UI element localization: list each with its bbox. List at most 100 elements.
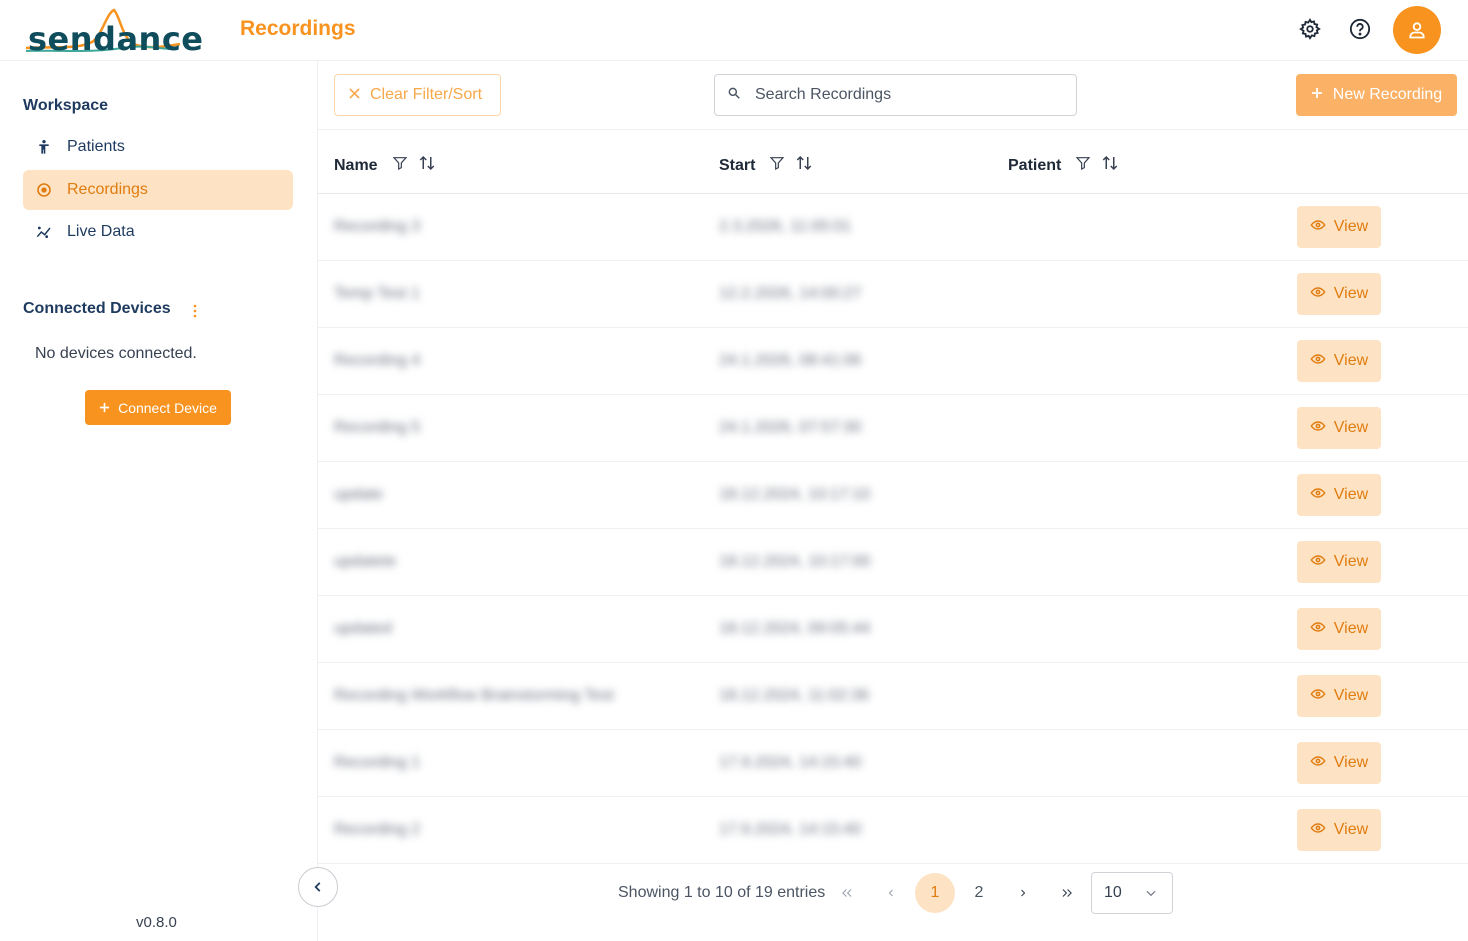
sidebar-item-label: Recordings (67, 181, 148, 198)
sidebar: Workspace Patients Recordings Live Data … (0, 61, 318, 941)
view-button[interactable]: View (1297, 206, 1381, 248)
chevron-down-icon (1146, 890, 1156, 897)
view-label: View (1333, 821, 1369, 838)
plus-icon (1311, 86, 1323, 104)
chevron-left-icon (314, 882, 321, 892)
workspace-title: Workspace (23, 97, 109, 114)
next-page-button[interactable] (1003, 873, 1043, 913)
close-icon (349, 86, 360, 104)
view-button[interactable]: View (1297, 809, 1381, 851)
no-devices-text: No devices connected. (35, 345, 197, 362)
view-label: View (1333, 352, 1369, 369)
view-label: View (1333, 419, 1369, 436)
clear-filter-sort-label: Clear Filter/Sort (370, 86, 483, 103)
sidebar-item-patients[interactable]: Patients (23, 127, 293, 167)
view-button[interactable]: View (1297, 541, 1381, 583)
gear-icon[interactable] (1297, 16, 1323, 42)
recording-start: 18.12.2024, 09:05:44 (719, 620, 871, 637)
view-button[interactable]: View (1297, 742, 1381, 784)
eye-icon (1310, 217, 1326, 238)
last-page-button[interactable] (1047, 873, 1087, 913)
rows-per-page-select[interactable]: 10 (1091, 872, 1173, 914)
chevron-right-icon (1021, 889, 1026, 897)
chevron-left-icon (888, 889, 893, 897)
connect-device-label: Connect Device (118, 399, 217, 416)
recording-name: Recording 3 (334, 218, 421, 235)
recording-name: updated (334, 620, 392, 637)
eye-icon (1310, 552, 1326, 573)
view-button[interactable]: View (1297, 608, 1381, 650)
eye-icon (1310, 351, 1326, 372)
chevrons-right-icon (1062, 889, 1072, 897)
collapse-sidebar-button[interactable] (298, 867, 338, 907)
column-label: Name (334, 156, 378, 174)
column-label: Patient (1008, 156, 1062, 174)
view-label: View (1333, 486, 1369, 503)
page-button-1[interactable]: 1 (915, 873, 955, 913)
search-input[interactable] (755, 86, 1055, 104)
eye-icon (1310, 686, 1326, 707)
recording-start: 18.12.2024, 10:17:00 (719, 553, 871, 570)
page-title: Recordings (240, 17, 356, 40)
column-header-start: Start (719, 154, 813, 177)
chart-icon (35, 223, 53, 241)
sidebar-item-label: Patients (67, 138, 125, 155)
view-button[interactable]: View (1297, 407, 1381, 449)
new-recording-button[interactable]: New Recording (1296, 74, 1457, 116)
table-row: update 18.12.2024, 10:17:10 View (318, 462, 1468, 529)
recording-start: 17.9.2024, 14:15:40 (719, 821, 862, 838)
table-row: updated 18.12.2024, 09:05:44 View (318, 596, 1468, 663)
view-label: View (1333, 687, 1369, 704)
sort-icon[interactable] (418, 154, 436, 177)
person-icon (35, 138, 53, 156)
logo-text: sendance (28, 20, 204, 58)
prev-page-button[interactable] (871, 873, 911, 913)
table-row: Recording 1 17.9.2024, 14:15:40 View (318, 730, 1468, 797)
view-label: View (1333, 285, 1369, 302)
sidebar-item-recordings[interactable]: Recordings (23, 170, 293, 210)
eye-icon (1310, 753, 1326, 774)
table-row: updatete 18.12.2024, 10:17:00 View (318, 529, 1468, 596)
eye-icon (1310, 485, 1326, 506)
filter-icon[interactable] (392, 155, 408, 176)
view-button[interactable]: View (1297, 675, 1381, 717)
table-header: Name Start Patient (318, 129, 1468, 194)
search-icon (727, 86, 741, 105)
connected-devices-title: Connected Devices (23, 300, 171, 317)
filter-icon[interactable] (1075, 155, 1091, 176)
recording-start: 24.1.2026, 08:41:06 (719, 352, 862, 369)
column-header-patient: Patient (1008, 154, 1119, 177)
table-row: Recording 3 2.3.2026, 11:05:01 View (318, 194, 1468, 261)
recording-start: 17.9.2024, 14:15:40 (719, 754, 862, 771)
view-button[interactable]: View (1297, 474, 1381, 516)
table-row: Recording 5 24.1.2026, 07:57:30 View (318, 395, 1468, 462)
recording-start: 24.1.2026, 07:57:30 (719, 419, 862, 436)
clear-filter-sort-button[interactable]: Clear Filter/Sort (334, 74, 501, 116)
user-avatar[interactable] (1393, 6, 1441, 54)
view-button[interactable]: View (1297, 273, 1381, 315)
help-icon[interactable] (1347, 16, 1373, 42)
sort-icon[interactable] (1101, 154, 1119, 177)
connect-device-button[interactable]: Connect Device (85, 390, 231, 425)
sendance-logo[interactable]: sendance (22, 6, 203, 58)
sidebar-item-live-data[interactable]: Live Data (23, 212, 293, 252)
recording-name: Recording 1 (334, 754, 421, 771)
sort-icon[interactable] (795, 154, 813, 177)
rows-per-page-value: 10 (1104, 884, 1122, 901)
filter-icon[interactable] (769, 155, 785, 176)
table-row: Recording 2 17.9.2024, 14:15:40 View (318, 797, 1468, 864)
new-recording-label: New Recording (1332, 86, 1443, 103)
table-row: Recording 4 24.1.2026, 08:41:06 View (318, 328, 1468, 395)
recording-name: updatete (334, 553, 397, 570)
eye-icon (1310, 820, 1326, 841)
table-row: Temp Test 1 12.2.2026, 14:00:27 View (318, 261, 1468, 328)
more-vertical-icon[interactable] (191, 303, 199, 319)
app-version: v0.8.0 (136, 914, 177, 931)
view-button[interactable]: View (1297, 340, 1381, 382)
first-page-button[interactable] (827, 873, 867, 913)
page-button-2[interactable]: 2 (959, 873, 999, 913)
recording-name: Recording Workflow Brainstorming Test (334, 687, 614, 704)
view-label: View (1333, 218, 1369, 235)
sidebar-item-label: Live Data (67, 223, 135, 240)
record-icon (35, 181, 53, 199)
